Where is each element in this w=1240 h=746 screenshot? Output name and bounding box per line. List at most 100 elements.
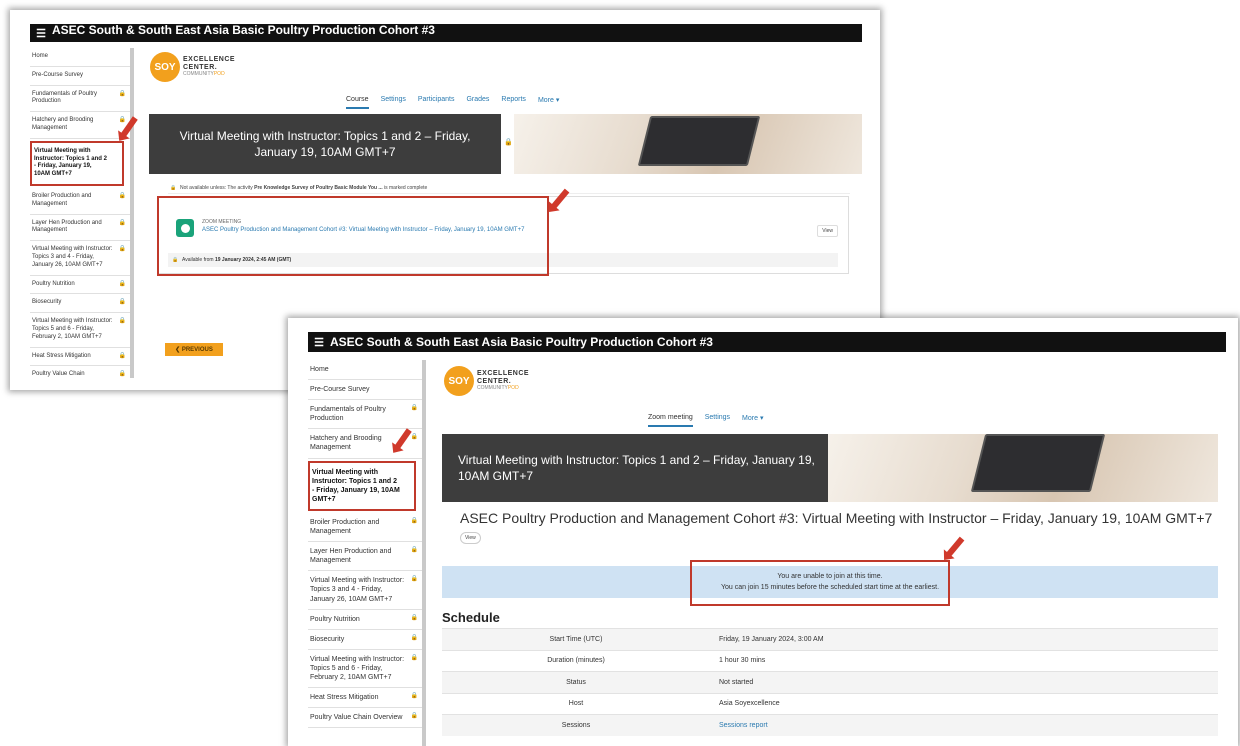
hamburger-menu-icon[interactable]: ☰ bbox=[30, 27, 52, 40]
sessions-report-link[interactable]: Sessions report bbox=[710, 722, 768, 729]
section-banner: Virtual Meeting with Instructor: Topics … bbox=[149, 114, 501, 174]
sidebar-item-label: Home bbox=[32, 53, 49, 59]
logo-line3: COMMUNITY bbox=[477, 385, 508, 392]
lock-icon: 🔒 bbox=[118, 219, 126, 226]
hamburger-menu-icon[interactable]: ☰ bbox=[308, 336, 330, 349]
sidebar-item[interactable]: Home bbox=[30, 48, 130, 67]
sidebar-item[interactable]: Virtual Meeting with Instructor: Topics … bbox=[30, 140, 124, 186]
table-row: Sessions Sessions report bbox=[442, 714, 1218, 736]
sidebar-item[interactable]: Poultry Nutrition 🔒 bbox=[308, 610, 422, 630]
logo-text: EXCELLENCE CENTER. COMMUNITYPOD bbox=[477, 370, 529, 392]
schedule-key: Start Time (UTC) bbox=[549, 635, 603, 643]
lock-icon: 🔒 bbox=[118, 318, 126, 325]
logo-line3: COMMUNITY bbox=[183, 71, 214, 78]
tab[interactable]: Participants bbox=[418, 96, 455, 109]
sidebar-item-label: Virtual Meeting with Instructor: Topics … bbox=[32, 246, 113, 268]
schedule-heading: Schedule bbox=[442, 610, 500, 625]
lock-icon: 🔒 bbox=[504, 139, 513, 146]
logo-line3b: POD bbox=[213, 71, 225, 78]
sidebar-item-label: Poultry Value Chain Overview bbox=[310, 714, 403, 722]
lock-icon: 🔒 bbox=[118, 246, 126, 253]
restriction-notice: 🔒 Not available unless: The activity Pre… bbox=[168, 182, 850, 194]
logo-line3b: POD bbox=[507, 385, 519, 392]
sidebar-item[interactable]: Virtual Meeting with Instructor: Topics … bbox=[308, 460, 416, 511]
soy-excellence-logo[interactable]: SOY EXCELLENCE CENTER. COMMUNITYPOD bbox=[444, 366, 529, 396]
sidebar-item[interactable]: Broiler Production and Management 🔒 bbox=[30, 188, 130, 215]
banner-title: Virtual Meeting with Instructor: Topics … bbox=[458, 453, 815, 484]
course-title: ASEC South & South East Asia Basic Poult… bbox=[52, 23, 435, 37]
logo-line2: CENTER. bbox=[477, 377, 512, 385]
notice-suffix: is marked complete bbox=[382, 185, 428, 191]
sidebar-item-label: Virtual Meeting with Instructor: Topics … bbox=[310, 655, 405, 681]
laptop-image bbox=[970, 434, 1106, 492]
sidebar-item[interactable]: Home bbox=[308, 360, 422, 381]
sidebar-item[interactable]: Fundamentals of Poultry Production 🔒 bbox=[30, 86, 130, 113]
tab[interactable]: More ▾ bbox=[742, 414, 763, 427]
sidebar-item[interactable]: Poultry Nutrition 🔒 bbox=[30, 276, 130, 295]
tab[interactable]: More ▾ bbox=[538, 96, 559, 109]
lock-icon: 🔒 bbox=[170, 185, 177, 191]
sidebar-item[interactable]: Virtual Meeting with Instructor: Topics … bbox=[30, 241, 130, 276]
sidebar-item[interactable]: Layer Hen Production and Management 🔒 bbox=[30, 215, 130, 242]
soy-excellence-logo[interactable]: SOY EXCELLENCE CENTER. COMMUNITYPOD bbox=[150, 52, 235, 82]
sidebar-item[interactable]: Biosecurity 🔒 bbox=[30, 294, 130, 314]
annotation-arrow bbox=[945, 536, 965, 558]
table-row: Start Time (UTC) Friday, 19 January 2024,… bbox=[442, 628, 1218, 650]
schedule-key: Sessions bbox=[561, 721, 591, 729]
lock-icon: 🔒 bbox=[118, 352, 126, 359]
logo-text: EXCELLENCE CENTER. COMMUNITYPOD bbox=[183, 56, 235, 78]
sidebar-item[interactable]: Heat Stress Mitigation 🔒 bbox=[30, 348, 130, 367]
table-row: Duration (minutes) 1 hour 30 mins bbox=[442, 649, 1218, 672]
notice-prefix: Not available unless: The activity bbox=[180, 185, 255, 191]
sidebar-item[interactable]: Pre-Course Survey bbox=[30, 67, 130, 86]
tab[interactable]: Course bbox=[346, 96, 369, 109]
sidebar-item-label: Biosecurity bbox=[32, 299, 62, 306]
tab[interactable]: Settings bbox=[381, 96, 406, 109]
tab[interactable]: Reports bbox=[501, 96, 526, 109]
view-button[interactable]: View bbox=[460, 532, 481, 544]
sidebar-item[interactable]: Biosecurity 🔒 bbox=[308, 630, 422, 650]
sidebar-item[interactable]: Pre-Course Survey bbox=[308, 380, 422, 401]
course-title: ASEC South & South East Asia Basic Poult… bbox=[330, 335, 713, 349]
sidebar-item-label: Home bbox=[310, 366, 329, 373]
logo-line2: CENTER. bbox=[183, 63, 218, 71]
lock-icon: 🔒 bbox=[410, 693, 418, 700]
sidebar-item[interactable]: Fundamentals of Poultry Production 🔒 bbox=[308, 400, 422, 430]
logo-circle: SOY bbox=[150, 52, 180, 82]
sidebar-item-label: Virtual Meeting with Instructor: Topics … bbox=[34, 147, 107, 178]
sidebar-item[interactable]: Layer Hen Production and Management 🔒 bbox=[308, 542, 422, 572]
sidebar-item-label: Broiler Production and Management bbox=[310, 518, 380, 536]
view-button[interactable]: View bbox=[817, 225, 838, 237]
sidebar-item[interactable]: Broiler Production and Management 🔒 bbox=[308, 513, 422, 543]
sidebar-item[interactable]: Virtual Meeting with Instructor: Topics … bbox=[308, 650, 422, 689]
sidebar-item-label: Virtual Meeting with Instructor: Topics … bbox=[32, 318, 113, 340]
notice-activity: Pre Knowledge Survey of Poultry Basic Mo… bbox=[254, 185, 383, 191]
lock-icon: 🔒 bbox=[410, 713, 418, 720]
previous-button[interactable]: ❮ PREVIOUS bbox=[165, 343, 223, 356]
lock-icon: 🔒 bbox=[410, 405, 418, 412]
sidebar-item-label: Fundamentals of Poultry Production bbox=[310, 406, 386, 423]
lock-icon: 🔒 bbox=[410, 614, 418, 621]
schedule-value: Not started bbox=[719, 678, 754, 686]
laptop-image bbox=[637, 116, 761, 166]
sidebar-item-label: Pre-Course Survey bbox=[310, 386, 370, 394]
tab[interactable]: Zoom meeting bbox=[648, 414, 693, 427]
sidebar-item[interactable]: Virtual Meeting with Instructor: Topics … bbox=[30, 313, 130, 348]
top-bar: ☰ ASEC South & South East Asia Basic Pou… bbox=[308, 332, 1226, 352]
sidebar-item[interactable]: Virtual Meeting with Instructor: Topics … bbox=[308, 571, 422, 610]
sidebar-item-label: Heat Stress Mitigation bbox=[310, 694, 379, 702]
lock-icon: 🔒 bbox=[410, 654, 418, 661]
course-tabs: Course Settings Participants Grades Reports M… bbox=[346, 96, 571, 109]
lock-icon: 🔒 bbox=[118, 90, 126, 97]
sidebar-item[interactable]: Poultry Value Chain 🔒 bbox=[30, 366, 130, 378]
sidebar-item[interactable]: Heat Stress Mitigation 🔒 bbox=[308, 688, 422, 709]
sidebar-item-label: Virtual Meeting with Instructor: Topics … bbox=[310, 577, 405, 603]
tab[interactable]: Grades bbox=[466, 96, 489, 109]
schedule-key: Host bbox=[568, 700, 584, 708]
banner-title: Virtual Meeting with Instructor: Topics … bbox=[179, 129, 471, 160]
lock-icon: 🔒 bbox=[410, 434, 418, 441]
sidebar-item-label: Fundamentals of Poultry Production bbox=[32, 90, 98, 105]
sidebar-item-label: Poultry Nutrition bbox=[310, 615, 360, 623]
sidebar-item[interactable]: Poultry Value Chain Overview 🔒 bbox=[308, 708, 422, 729]
tab[interactable]: Settings bbox=[705, 414, 730, 427]
